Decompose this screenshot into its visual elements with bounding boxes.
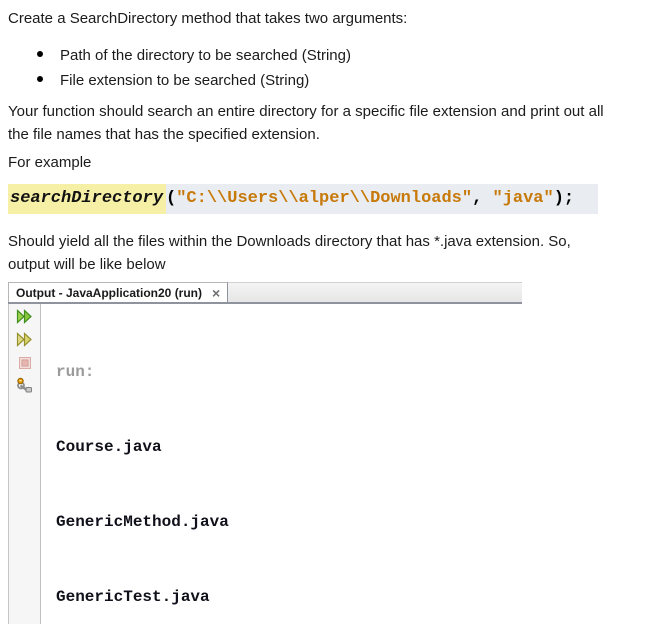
rerun-button[interactable] (14, 308, 36, 328)
rerun-with-changes-button[interactable] (14, 331, 36, 351)
output-toolbar (8, 304, 41, 624)
rerun-with-changes-icon (16, 332, 33, 350)
list-item: Path of the directory to be searched (St… (8, 43, 643, 68)
code-punct: ( (166, 189, 177, 208)
example-label: For example (8, 154, 92, 171)
code-punct: , (472, 189, 493, 208)
code-snippet: searchDirectory ("C:\\Users\\alper\\Downl… (8, 184, 598, 214)
code-string-arg2: "java" (492, 189, 554, 208)
console-line: run: (56, 363, 95, 381)
output-intro-paragraph: Should yield all the files within the Do… (8, 233, 571, 273)
bullet-icon (37, 51, 43, 57)
tab-label: Output - JavaApplication20 (run) (16, 285, 203, 300)
code-punct: ); (553, 189, 575, 208)
description-paragraph: Your function should search an entire di… (8, 103, 604, 143)
ant-settings-button[interactable] (14, 377, 36, 397)
console-line: Course.java (56, 438, 162, 456)
code-method-name: searchDirectory (8, 184, 167, 214)
output-tabbar: Output - JavaApplication20 (run) × (8, 282, 522, 304)
tab-output-run[interactable]: Output - JavaApplication20 (run) × (8, 282, 229, 302)
stop-icon (18, 356, 32, 373)
list-item: File extension to be searched (String) (8, 68, 643, 93)
code-string-arg1: "C:\\Users\\alper\\Downloads" (176, 189, 473, 208)
console-line: GenericTest.java (56, 588, 210, 606)
output-panel-body: run: Course.java GenericMethod.java Gene… (8, 304, 522, 624)
console-output: run: Course.java GenericMethod.java Gene… (41, 304, 522, 624)
list-item-text: File extension to be searched (String) (60, 72, 310, 89)
requirements-list: Path of the directory to be searched (St… (8, 43, 643, 93)
stop-button[interactable] (14, 354, 36, 374)
bullet-icon (37, 76, 43, 82)
document-page: Create a SearchDirectory method that tak… (0, 0, 651, 624)
list-item-text: Path of the directory to be searched (St… (60, 47, 351, 64)
close-icon[interactable]: × (212, 286, 220, 300)
ant-settings-icon (16, 377, 33, 397)
rerun-icon (16, 309, 33, 327)
output-window: Output - JavaApplication20 (run) × run: … (8, 282, 522, 624)
console-line: GenericMethod.java (56, 513, 229, 531)
tabbar-empty-area (228, 282, 522, 302)
intro-paragraph: Create a SearchDirectory method that tak… (8, 10, 408, 27)
